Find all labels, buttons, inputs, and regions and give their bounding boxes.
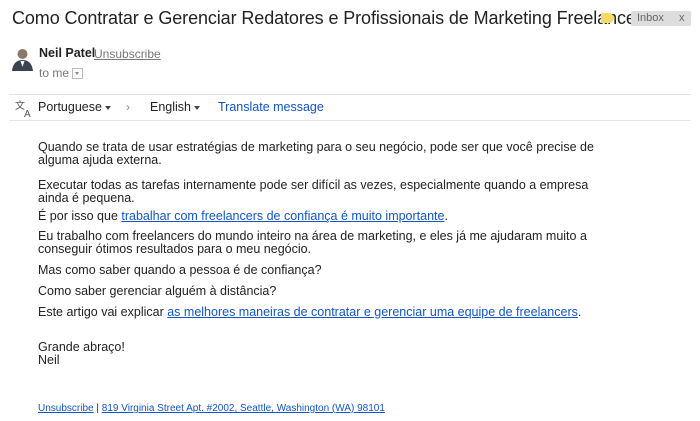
chevron-down-icon [104, 105, 111, 110]
sender-avatar [10, 46, 35, 71]
arrow-right-icon: › [126, 100, 130, 114]
recipient-text: to me [39, 66, 70, 80]
subject-row: Como Contratar e Gerenciar Redatores e P… [0, 0, 700, 40]
important-label-icon[interactable] [601, 13, 615, 23]
source-language-dropdown[interactable]: Portuguese [38, 100, 111, 114]
body-paragraph-4: Eu trabalho com freelancers do mundo int… [38, 229, 587, 256]
target-language-label: English [150, 100, 191, 114]
footer-unsubscribe-link[interactable]: Unsubscribe [38, 403, 94, 414]
body-paragraph-1: Quando se trata de usar estratégias de m… [38, 140, 594, 167]
paragraph-text: Este artigo vai explicar [38, 305, 168, 319]
trusted-freelancers-link[interactable]: trabalhar com freelancers de confiança é… [121, 209, 444, 223]
body-paragraph-7: Este artigo vai explicar as melhores man… [38, 306, 598, 319]
body-paragraph-3: É por isso que trabalhar com freelancers… [38, 210, 598, 223]
translate-bar: 文 A Portuguese › English Translate messa… [9, 94, 691, 121]
footer-separator: | [96, 403, 99, 414]
svg-text:A: A [24, 109, 31, 119]
unsubscribe-link[interactable]: Unsubscribe [94, 47, 161, 61]
inbox-label-text: Inbox [637, 12, 664, 24]
source-language-label: Portuguese [38, 100, 102, 114]
translate-message-link[interactable]: Translate message [218, 100, 324, 114]
signature-text: Neil [38, 353, 60, 367]
email-footer: Unsubscribe | 819 Virginia Street Apt. #… [38, 403, 385, 414]
closing-text: Grande abraço! [38, 340, 125, 354]
translate-icon: 文 A [15, 99, 31, 119]
footer-address-link[interactable]: 819 Virginia Street Apt. #2002, Seattle,… [102, 403, 385, 414]
email-view: Como Contratar e Gerenciar Redatores e P… [0, 0, 700, 421]
inbox-label-chip: Inbox x [631, 11, 691, 26]
paragraph-text: . [444, 209, 448, 223]
sender-name: Neil Patel [39, 46, 96, 60]
body-paragraph-5: Mas como saber quando a pessoa é de conf… [38, 263, 322, 277]
email-subject: Como Contratar e Gerenciar Redatores e P… [12, 8, 642, 28]
remove-label-button[interactable]: x [679, 11, 685, 26]
chevron-down-icon [194, 105, 200, 110]
body-paragraph-2: Executar todas as tarefas internamente p… [38, 178, 589, 205]
paragraph-text: . [577, 305, 582, 319]
target-language-dropdown[interactable]: English [150, 100, 200, 114]
show-details-dropdown-icon[interactable] [72, 68, 83, 79]
body-paragraph-6: Como saber gerenciar alguém à distância? [38, 284, 277, 298]
freelancer-team-article-link[interactable]: as melhores maneiras de contratar e gere… [167, 305, 578, 319]
paragraph-text: É por isso que [38, 209, 122, 223]
